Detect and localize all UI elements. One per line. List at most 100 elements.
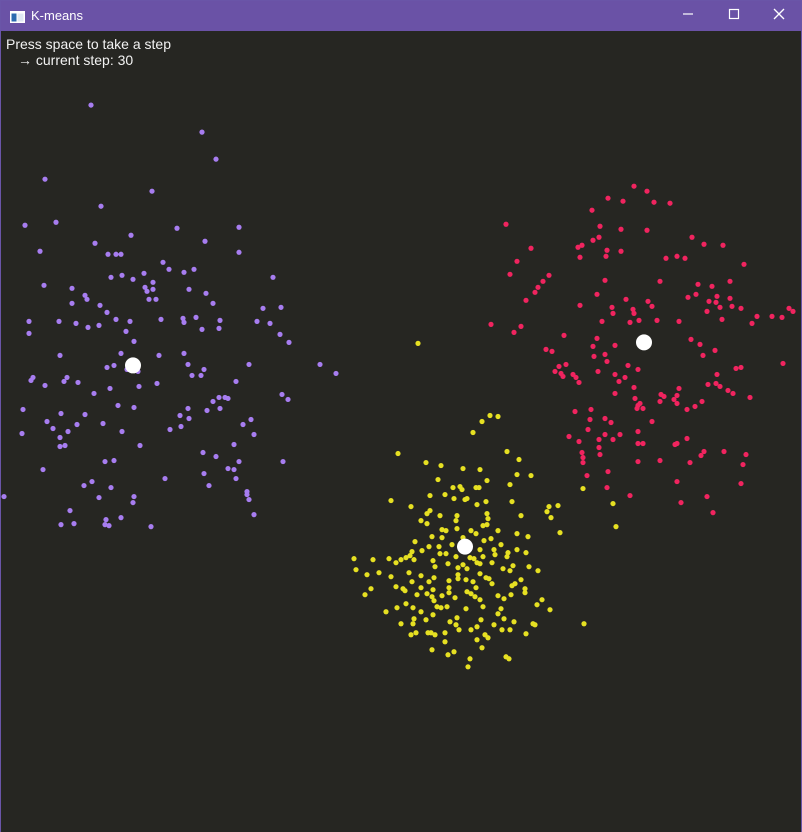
data-point <box>141 270 147 276</box>
data-point <box>423 617 429 623</box>
data-point <box>511 329 517 335</box>
data-point <box>119 272 125 278</box>
data-point <box>596 234 602 240</box>
data-point <box>674 440 680 447</box>
data-point <box>572 408 578 415</box>
data-point <box>514 258 520 264</box>
data-point <box>96 494 102 501</box>
data-point <box>526 564 532 570</box>
data-point <box>160 259 166 265</box>
data-point <box>503 654 509 660</box>
data-point <box>216 325 222 331</box>
data-point <box>102 458 108 465</box>
data-point <box>204 407 210 414</box>
data-point <box>430 612 436 618</box>
data-point <box>738 480 744 487</box>
data-point <box>136 383 142 390</box>
data-point <box>714 371 720 378</box>
data-point <box>418 518 424 524</box>
data-point <box>102 522 108 528</box>
data-point <box>663 255 669 261</box>
data-point <box>474 637 480 643</box>
data-point <box>270 274 276 280</box>
data-point <box>617 431 623 438</box>
cluster-1 <box>1 102 339 530</box>
data-point <box>749 320 755 326</box>
data-point <box>548 515 554 521</box>
data-point <box>484 511 490 517</box>
data-point <box>426 544 432 550</box>
data-point <box>500 566 506 572</box>
data-point <box>525 534 531 540</box>
data-point <box>684 406 690 413</box>
data-point <box>468 528 474 534</box>
data-point <box>439 535 445 541</box>
data-point <box>539 597 545 603</box>
data-point <box>113 316 119 322</box>
data-point <box>635 458 641 465</box>
data-point <box>56 318 62 324</box>
data-point <box>398 557 404 563</box>
data-point <box>657 278 663 284</box>
app-window-icon <box>10 10 25 23</box>
minimize-button[interactable] <box>665 1 711 31</box>
data-point <box>714 293 720 299</box>
data-point <box>88 102 94 108</box>
data-point <box>479 645 485 651</box>
data-point <box>489 560 495 566</box>
data-point <box>692 403 698 410</box>
data-point <box>495 528 501 534</box>
data-point <box>419 548 425 554</box>
data-point <box>730 390 736 397</box>
data-point <box>480 554 486 560</box>
data-point <box>410 605 416 611</box>
data-point <box>50 425 56 432</box>
data-point <box>451 649 457 655</box>
data-point <box>74 421 80 428</box>
data-point <box>706 298 712 304</box>
data-point <box>201 366 207 373</box>
data-point <box>57 443 63 450</box>
data-point <box>423 459 429 466</box>
data-point <box>741 261 747 267</box>
data-point <box>260 305 266 311</box>
data-point <box>425 630 431 636</box>
data-point <box>278 304 284 310</box>
data-point <box>644 188 650 194</box>
data-point <box>609 304 615 310</box>
data-point <box>476 484 482 491</box>
data-point <box>395 450 401 457</box>
data-point <box>498 542 504 548</box>
data-point <box>383 609 389 615</box>
data-point <box>491 622 497 628</box>
maximize-button[interactable] <box>711 1 757 31</box>
data-point <box>625 362 631 369</box>
data-point <box>463 577 469 583</box>
data-point <box>501 596 507 602</box>
data-point <box>505 550 511 556</box>
data-point <box>191 266 197 272</box>
data-point <box>532 289 538 295</box>
data-point <box>661 393 667 400</box>
data-point <box>604 484 610 491</box>
data-point <box>516 456 522 463</box>
data-point <box>418 585 424 591</box>
data-point <box>657 398 663 405</box>
data-point <box>507 568 513 574</box>
data-point <box>693 291 699 297</box>
kmeans-canvas[interactable]: Press space to take a step → current ste… <box>1 31 801 832</box>
data-point <box>512 581 518 587</box>
data-point <box>667 200 673 206</box>
data-point <box>474 501 480 508</box>
data-point <box>113 251 119 257</box>
title-bar[interactable]: K-means <box>1 1 801 31</box>
close-button[interactable] <box>756 1 802 31</box>
data-point <box>618 248 624 254</box>
data-point <box>589 207 595 213</box>
data-point <box>485 516 491 522</box>
data-point <box>523 297 529 303</box>
data-point <box>91 390 97 397</box>
data-point <box>710 510 716 516</box>
data-point <box>84 296 90 302</box>
data-point <box>443 528 449 534</box>
